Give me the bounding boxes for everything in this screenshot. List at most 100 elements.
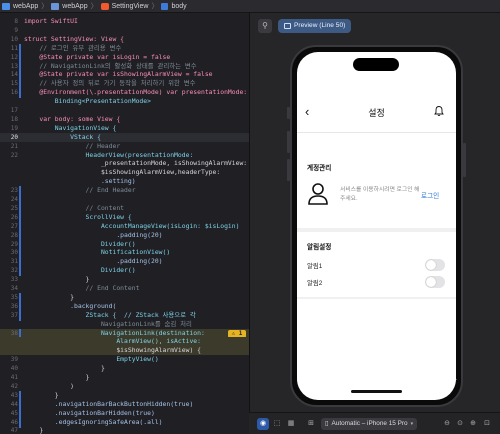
zoom-fit-icon[interactable]: ⊡ <box>482 418 492 430</box>
breadcrumb-item-project[interactable]: webApp <box>2 2 38 10</box>
code-line[interactable]: 33 } <box>0 275 249 284</box>
phone-screen[interactable]: ‹ 설정 계정관리 서비스를 이용하시려면 로그인 해주세요. 로그인 알림설정… <box>297 52 456 400</box>
code-text: // Header <box>24 141 121 150</box>
line-number: 34 <box>10 285 18 292</box>
code-line[interactable]: 44 .navigationBarBackButtonHidden(true) <box>0 399 249 410</box>
code-line[interactable]: 17 <box>0 106 249 115</box>
code-editor[interactable]: 8 import SwiftUI 9 10 struct SettingView: Vi… <box>0 13 249 434</box>
variants-icon[interactable]: ▦ <box>285 418 297 430</box>
code-line[interactable]: 42 ) <box>0 382 249 391</box>
line-number: 42 <box>10 382 18 390</box>
code-line[interactable]: 29 Divider() <box>0 239 249 250</box>
line-number: 20 <box>10 133 18 141</box>
phone-side-button <box>463 143 466 177</box>
code-line[interactable]: $isShowingAlarmView) { <box>0 346 249 356</box>
breadcrumb: webApp 〉 webApp 〉 SettingView 〉 body <box>0 0 500 13</box>
login-button[interactable]: 로그인 <box>421 190 439 200</box>
code-line[interactable]: 19 NavigationView { <box>0 124 249 133</box>
selectable-mode-icon[interactable]: ⬚ <box>271 418 283 430</box>
code-line[interactable]: 22 HeaderView(presentationMode: <box>0 151 249 160</box>
code-line[interactable]: 24 <box>0 195 249 205</box>
code-line[interactable]: 26 ScrollView { <box>0 212 249 223</box>
code-line[interactable]: 36 .background( <box>0 301 249 312</box>
code-line[interactable]: 31 .padding(20) <box>0 257 249 268</box>
alarm-2-toggle[interactable] <box>425 276 445 288</box>
line-number: 30 <box>10 249 18 257</box>
code-line[interactable]: AlarmView(), isActive: <box>0 337 249 347</box>
code-line[interactable]: 47 } <box>0 426 249 434</box>
code-text: // NavigationLink의 활성화 상태를 관리하는 변수 <box>24 61 197 70</box>
code-line[interactable]: 18 var body: some View { <box>0 115 249 124</box>
code-text: HeaderView(presentationMode: <box>24 150 194 159</box>
code-text: // End Header <box>24 186 136 195</box>
code-line[interactable]: 13 // NavigationLink의 활성화 상태를 관리하는 변수 <box>0 61 249 72</box>
line-number: 9 <box>14 26 18 34</box>
code-text: AlarmView(), isActive: <box>24 337 201 346</box>
user-icon <box>308 183 328 205</box>
code-line[interactable]: 28 .padding(20) <box>0 230 249 241</box>
dynamic-island <box>353 58 399 71</box>
code-text: import SwiftUI <box>24 17 78 25</box>
warning-badge[interactable]: ⚠ 1 <box>228 329 246 338</box>
preview-tab[interactable]: Preview (Line 50) <box>278 19 352 33</box>
code-line[interactable]: 11 // 로그인 유무 관리용 변수 <box>0 43 249 54</box>
code-line[interactable]: 27 AccountManageView(isLogin: $isLogin) <box>0 221 249 232</box>
code-line[interactable]: 37 ZStack { // ZStack 사용으로 각 <box>0 310 249 321</box>
code-text: } <box>24 364 105 373</box>
code-line[interactable]: 39 EmptyView() <box>0 355 249 364</box>
bell-icon[interactable] <box>433 105 445 117</box>
breadcrumb-item-symbol[interactable]: body <box>161 2 187 10</box>
live-preview-icon[interactable]: ◉ <box>257 418 269 430</box>
code-line[interactable]: 15 // 사용자 정의 뒤로 가기 동작을 처리하기 위한 변수 <box>0 79 249 90</box>
account-description: 서비스를 이용하시려면 로그인 해주세요. <box>340 187 420 202</box>
preview-canvas[interactable]: ⚲ Preview (Line 50) ‹ 설정 계정관리 서비스를 이용하시려… <box>249 13 500 434</box>
code-line[interactable]: 12 @State private var isLogin = false <box>0 52 249 63</box>
device-selector[interactable]: ▯ Automatic – iPhone 15 Pro ▾ <box>321 418 418 430</box>
code-text: } <box>24 275 90 284</box>
code-text: var body: some View { <box>24 114 121 123</box>
code-line[interactable]: 43 } <box>0 390 249 401</box>
code-line[interactable]: 21 // Header <box>0 142 249 151</box>
code-line[interactable]: _presentationMode, isShowingAlarmView: <box>0 159 249 168</box>
device-settings-icon[interactable]: ⊞ <box>305 418 317 430</box>
code-line[interactable]: 35 } <box>0 292 249 303</box>
alarm-1-toggle[interactable] <box>425 259 445 271</box>
pin-icon[interactable]: ⚲ <box>258 19 272 33</box>
code-line[interactable]: 9 <box>0 26 249 35</box>
code-line[interactable]: 23 // End Header <box>0 186 249 197</box>
code-line[interactable]: $isShowingAlarmView,headerType: <box>0 168 249 177</box>
code-line[interactable]: NavigationLink를 숨김 처리 <box>0 320 249 329</box>
code-line[interactable]: 20 VStack { <box>0 132 249 142</box>
code-text: .edgesIgnoringSafeArea(.all) <box>24 417 163 426</box>
code-line[interactable]: 25 // Content <box>0 203 249 214</box>
code-line[interactable]: .setting) <box>0 177 249 186</box>
line-number: 37 <box>10 311 18 319</box>
code-line[interactable]: 38 NavigationLink(destination: ⚠ 1 <box>0 328 249 339</box>
code-line[interactable]: 10 struct SettingView: View { <box>0 35 249 44</box>
code-line[interactable]: 40 } <box>0 364 249 373</box>
line-number: 38 <box>10 329 18 337</box>
breadcrumb-item-folder[interactable]: webApp <box>51 2 88 10</box>
line-number: 47 <box>10 427 18 434</box>
line-number: 43 <box>10 391 18 399</box>
code-line[interactable]: Binding<PresentationMode> <box>0 97 249 106</box>
code-line[interactable]: 30 NotificationView() <box>0 248 249 259</box>
zoom-actual-icon[interactable]: ⊙ <box>455 418 465 430</box>
code-line[interactable]: 41 } <box>0 373 249 382</box>
code-line[interactable]: 45 .navigationBarHidden(true) <box>0 408 249 419</box>
code-text: // 사용자 정의 뒤로 가기 동작을 처리하기 위한 변수 <box>24 79 196 88</box>
code-line[interactable]: 32 Divider() <box>0 266 249 277</box>
line-number: 24 <box>10 196 18 203</box>
code-line[interactable]: 46 .edgesIgnoringSafeArea(.all) <box>0 417 249 428</box>
line-number: 39 <box>10 356 18 364</box>
zoom-out-icon[interactable]: ⊖ <box>442 418 452 430</box>
section-divider <box>297 228 456 232</box>
zoom-in-icon[interactable]: ⊕ <box>468 418 478 430</box>
breadcrumb-label: body <box>171 2 187 10</box>
code-line[interactable]: 16 @Environment(\.presentationMode) var … <box>0 88 249 99</box>
line-number: 17 <box>10 107 18 114</box>
breadcrumb-item-file[interactable]: SettingView <box>100 2 148 10</box>
code-line[interactable]: 8 import SwiftUI <box>0 17 249 26</box>
code-line[interactable]: 34 // End Content <box>0 284 249 293</box>
code-text: ) <box>24 381 75 390</box>
